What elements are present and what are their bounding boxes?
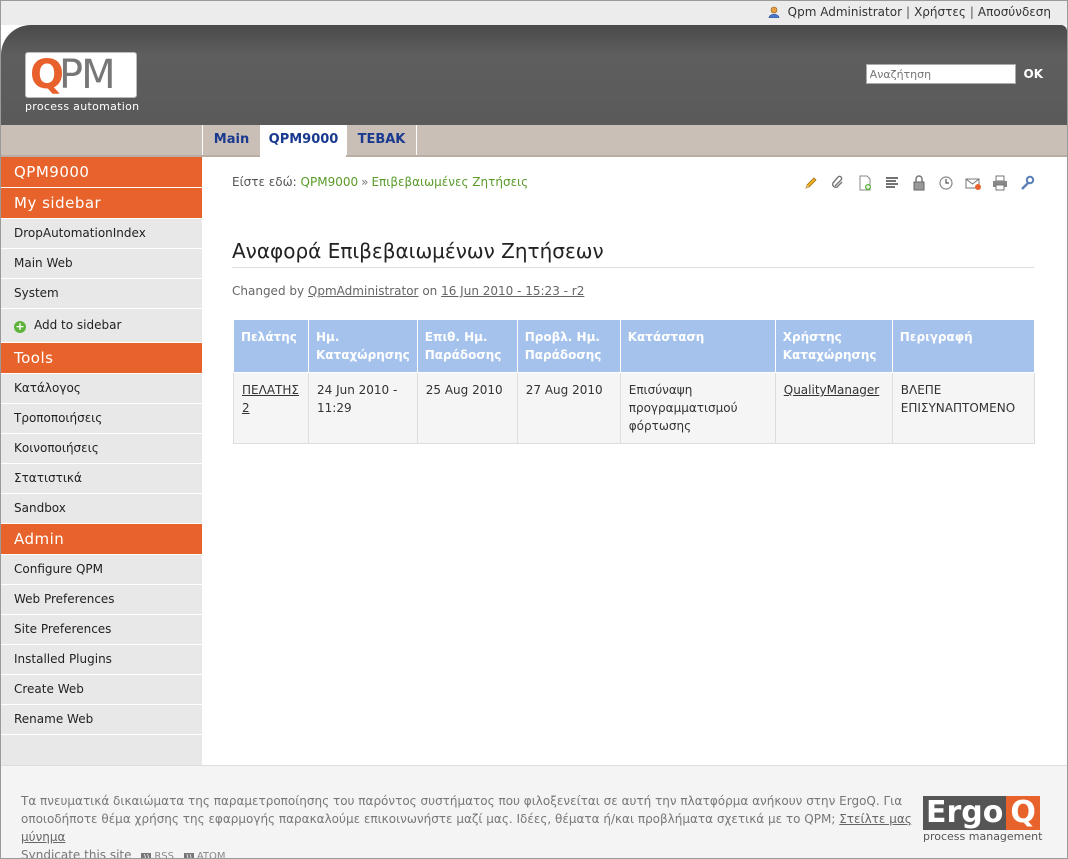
add-to-sidebar-label: Add to sidebar — [34, 318, 122, 332]
sidebar-item-site-preferences[interactable]: Site Preferences — [1, 615, 202, 645]
tab-qpm9000[interactable]: QPM9000 — [260, 125, 346, 157]
attach-icon[interactable] — [830, 175, 846, 191]
raw-text-icon[interactable] — [884, 175, 900, 191]
sidebar-item-rename-web[interactable]: Rename Web — [1, 705, 202, 735]
atom-label: ATOM — [196, 851, 226, 859]
sidebar-item-installed-plugins[interactable]: Installed Plugins — [1, 645, 202, 675]
sidebar-item-sandbox[interactable]: Sandbox — [1, 494, 202, 524]
settings-icon[interactable] — [1019, 175, 1035, 191]
cell-customer: ΠΕΛΑΤΗΣ 2 — [233, 372, 309, 444]
column-header-entry-user[interactable]: Χρήστης Καταχώρησης — [774, 319, 893, 373]
cell-entry-user: QualityManager — [774, 372, 893, 444]
sidebar-item-system[interactable]: System — [1, 279, 202, 309]
header: Q PM process automation OK — [1, 25, 1067, 125]
add-to-sidebar-button[interactable]: + Add to sidebar — [1, 309, 202, 343]
sidebar-item-notifications[interactable]: Κοινοποιήσεις — [1, 434, 202, 464]
sidebar-item-catalog[interactable]: Κατάλογος — [1, 374, 202, 404]
revision-info: Changed by QpmAdministrator on 16 Jun 20… — [232, 284, 584, 298]
cell-entry-date: 24 Jun 2010 - 11:29 — [308, 372, 418, 444]
changed-by-user-link[interactable]: QpmAdministrator — [308, 284, 419, 298]
footer-text: Τα πνευματικά δικαιώματα της παραμετροπο… — [21, 792, 913, 859]
copyright-text: Τα πνευματικά δικαιώματα της παραμετροπο… — [21, 794, 903, 826]
user-icon — [768, 6, 780, 18]
logo-pm: PM — [59, 52, 116, 98]
breadcrumb-web-link[interactable]: QPM9000 — [301, 175, 359, 189]
topic-toolbar — [803, 175, 1035, 191]
column-header-desired-delivery[interactable]: Επιθ. Ημ. Παράδοσης — [416, 319, 518, 373]
cell-expected-delivery: 27 Aug 2010 — [516, 372, 621, 444]
ergoq-logo-word: Ergo — [923, 796, 1007, 830]
confirmed-requests-table: Πελάτης Ημ. Καταχώρησης Επιθ. Ημ. Παράδο… — [233, 319, 1036, 444]
logout-link[interactable]: Αποσύνδεση — [978, 5, 1051, 19]
ergoq-subtitle: process management — [923, 830, 1043, 843]
page-title: Αναφορά Επιβεβαιωμένων Ζητήσεων — [232, 239, 1034, 268]
table-header-row: Πελάτης Ημ. Καταχώρησης Επιθ. Ημ. Παράδο… — [233, 319, 1036, 373]
tab-tebak[interactable]: TEBAK — [346, 125, 417, 155]
print-icon[interactable] — [992, 175, 1008, 191]
sidebar-item-statistics[interactable]: Στατιστικά — [1, 464, 202, 494]
breadcrumb-page-link[interactable]: Επιβεβαιωμένες Ζητήσεις — [371, 175, 528, 189]
syndicate-label: Syndicate this site — [21, 848, 132, 859]
main-content: Είστε εδώ: QPM9000» Επιβεβαιωμένες Ζητήσε… — [202, 157, 1067, 765]
search-input[interactable] — [865, 64, 1016, 84]
column-header-customer[interactable]: Πελάτης — [233, 319, 309, 373]
cell-description: ΒΛΕΠΕ ΕΠΙΣΥΝΑΠΤΟΜΕΝΟ — [891, 372, 1036, 444]
column-header-entry-date[interactable]: Ημ. Καταχώρησης — [308, 319, 418, 373]
atom-feed-link[interactable]: )) ATOM — [183, 848, 226, 859]
sidebar: QPM9000 My sidebar DropAutomationIndex M… — [1, 157, 202, 765]
ergoq-logo-q: Q — [1006, 796, 1040, 830]
sidebar-section-my-sidebar: My sidebar — [1, 188, 202, 219]
sidebar-item-web-preferences[interactable]: Web Preferences — [1, 585, 202, 615]
qpm-logo[interactable]: Q PM process automation — [25, 52, 139, 113]
atom-icon: )) — [183, 853, 194, 858]
sidebar-section-admin: Admin — [1, 524, 202, 555]
column-header-expected-delivery[interactable]: Προβλ. Ημ. Παράδοσης — [516, 319, 621, 373]
entry-user-link[interactable]: QualityManager — [784, 383, 879, 397]
tab-main[interactable]: Main — [202, 125, 260, 155]
lock-icon[interactable] — [911, 175, 927, 191]
customer-link[interactable]: ΠΕΛΑΤΗΣ 2 — [242, 383, 299, 415]
top-bar: Qpm Administrator | Χρήστες | Αποσύνδεση — [1, 1, 1067, 25]
web-tabs: Main QPM9000 TEBAK — [1, 125, 1067, 157]
sidebar-item-configure-qpm[interactable]: Configure QPM — [1, 555, 202, 585]
users-link[interactable]: Χρήστες — [914, 5, 966, 19]
cell-desired-delivery: 25 Aug 2010 — [416, 372, 518, 444]
email-icon[interactable] — [965, 175, 981, 191]
history-icon[interactable] — [938, 175, 954, 191]
add-icon: + — [14, 320, 26, 333]
sidebar-item-main-web[interactable]: Main Web — [1, 249, 202, 279]
sidebar-section-tools: Tools — [1, 343, 202, 374]
search-form: OK — [865, 64, 1044, 84]
rss-icon: )) — [141, 853, 152, 858]
breadcrumb: Είστε εδώ: QPM9000» Επιβεβαιωμένες Ζητήσε… — [232, 175, 528, 189]
breadcrumb-prefix: Είστε εδώ: — [232, 175, 297, 189]
changed-by-prefix: Changed by — [232, 284, 305, 298]
search-ok-button[interactable]: OK — [1024, 67, 1044, 81]
column-header-description[interactable]: Περιγραφή — [891, 319, 1036, 373]
sidebar-item-create-web[interactable]: Create Web — [1, 675, 202, 705]
breadcrumb-separator: » — [361, 175, 369, 189]
sidebar-web-title[interactable]: QPM9000 — [1, 157, 202, 188]
rss-label: RSS — [154, 851, 174, 859]
cell-status: Επισύναψη προγραμματισμού φόρτωσης — [619, 372, 776, 444]
changed-on-prefix: on — [422, 284, 438, 298]
revision-link[interactable]: 16 Jun 2010 - 15:23 - r2 — [441, 284, 584, 298]
user-name-link[interactable]: Qpm Administrator — [788, 5, 902, 19]
rss-feed-link[interactable]: )) RSS — [141, 848, 174, 859]
edit-icon[interactable] — [803, 175, 819, 191]
browser-page: Qpm Administrator | Χρήστες | Αποσύνδεση Q P… — [0, 0, 1068, 859]
footer: Τα πνευματικά δικαιώματα της παραμετροπο… — [1, 765, 1067, 859]
table-row: ΠΕΛΑΤΗΣ 2 24 Jun 2010 - 11:29 25 Aug 201… — [233, 372, 1036, 444]
ergoq-logo[interactable]: Ergo Q process management — [923, 796, 1043, 843]
user-links: Qpm Administrator | Χρήστες | Αποσύνδεση — [768, 5, 1051, 19]
sidebar-item-changes[interactable]: Τροποποιήσεις — [1, 404, 202, 434]
new-topic-icon[interactable] — [857, 175, 873, 191]
logo-subtitle: process automation — [25, 100, 140, 113]
column-header-status[interactable]: Κατάσταση — [619, 319, 776, 373]
sidebar-item-dropautomationindex[interactable]: DropAutomationIndex — [1, 219, 202, 249]
